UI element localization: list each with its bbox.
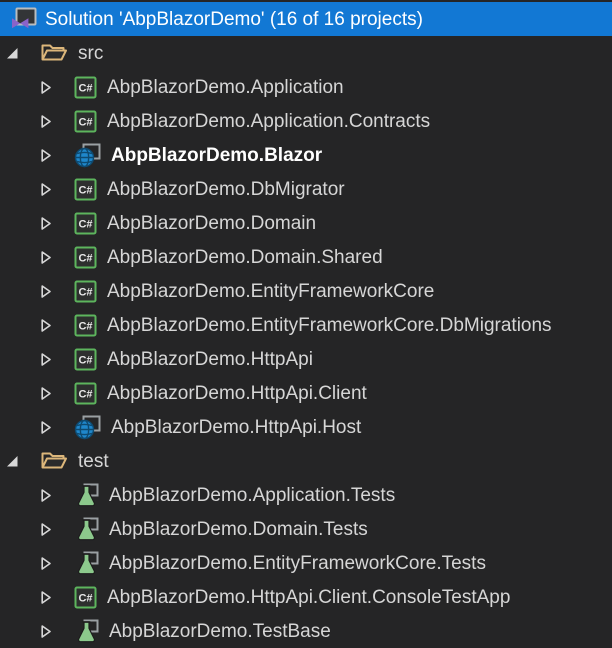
- tree-row[interactable]: AbpBlazorDemo.HttpApi.Host: [0, 410, 612, 444]
- tree-row-label: src: [78, 43, 103, 63]
- tree-row-label: AbpBlazorDemo.Application: [107, 77, 344, 97]
- collapsed-chevron-icon[interactable]: [40, 351, 60, 367]
- svg-text:C#: C#: [78, 184, 92, 196]
- tree-row[interactable]: C# AbpBlazorDemo.Domain: [0, 206, 612, 240]
- csharp-project-icon: C#: [74, 314, 97, 337]
- collapsed-chevron-icon[interactable]: [40, 147, 60, 163]
- collapsed-chevron-icon[interactable]: [40, 521, 60, 537]
- web-project-icon: [74, 143, 101, 168]
- collapsed-chevron-icon[interactable]: [40, 419, 60, 435]
- csharp-project-icon: C#: [74, 280, 97, 303]
- csharp-project-icon: C#: [74, 348, 97, 371]
- collapsed-chevron-icon[interactable]: [40, 215, 60, 231]
- collapsed-chevron-icon[interactable]: [40, 487, 60, 503]
- tree-row[interactable]: AbpBlazorDemo.Domain.Tests: [0, 512, 612, 546]
- tree-row-label: AbpBlazorDemo.Domain.Tests: [109, 519, 368, 539]
- test-project-icon: [74, 483, 99, 507]
- svg-text:C#: C#: [78, 286, 92, 298]
- tree-row-label: AbpBlazorDemo.Domain.Shared: [107, 247, 383, 267]
- csharp-project-icon: C#: [74, 178, 97, 201]
- collapsed-chevron-icon[interactable]: [40, 589, 60, 605]
- tree-row-label: AbpBlazorDemo.Domain: [107, 213, 316, 233]
- tree-row[interactable]: C# AbpBlazorDemo.HttpApi.Client: [0, 376, 612, 410]
- tree-row[interactable]: C# AbpBlazorDemo.Application: [0, 70, 612, 104]
- tree-row[interactable]: C# AbpBlazorDemo.DbMigrator: [0, 172, 612, 206]
- test-project-icon: [74, 619, 99, 643]
- tree-row-label: AbpBlazorDemo.HttpApi.Client: [107, 383, 367, 403]
- tree-row-label: AbpBlazorDemo.DbMigrator: [107, 179, 345, 199]
- collapsed-chevron-icon[interactable]: [40, 181, 60, 197]
- tree-row[interactable]: AbpBlazorDemo.Blazor: [0, 138, 612, 172]
- tree-row-label: AbpBlazorDemo.TestBase: [109, 621, 331, 641]
- collapsed-chevron-icon[interactable]: [40, 249, 60, 265]
- tree-row[interactable]: test: [0, 444, 612, 478]
- csharp-project-icon: C#: [74, 382, 97, 405]
- tree-row[interactable]: AbpBlazorDemo.TestBase: [0, 614, 612, 648]
- svg-text:C#: C#: [78, 82, 92, 94]
- collapsed-chevron-icon[interactable]: [40, 113, 60, 129]
- collapsed-chevron-icon[interactable]: [40, 283, 60, 299]
- csharp-project-icon: C#: [74, 110, 97, 133]
- tree-row-label: AbpBlazorDemo.Blazor: [111, 145, 322, 165]
- svg-text:C#: C#: [78, 354, 92, 366]
- test-project-icon: [74, 517, 99, 541]
- collapsed-chevron-icon[interactable]: [40, 385, 60, 401]
- svg-text:C#: C#: [78, 388, 92, 400]
- tree-row[interactable]: AbpBlazorDemo.EntityFrameworkCore.Tests: [0, 546, 612, 580]
- collapsed-chevron-icon[interactable]: [40, 79, 60, 95]
- tree-row-label: AbpBlazorDemo.Application.Tests: [109, 485, 395, 505]
- tree-row-label: Solution 'AbpBlazorDemo' (16 of 16 proje…: [45, 9, 423, 29]
- csharp-project-icon: C#: [74, 212, 97, 235]
- tree-row-label: AbpBlazorDemo.HttpApi.Host: [111, 417, 361, 437]
- web-project-icon: [74, 415, 101, 440]
- csharp-project-icon: C#: [74, 76, 97, 99]
- collapsed-chevron-icon[interactable]: [40, 317, 60, 333]
- expanded-chevron-icon[interactable]: [6, 45, 26, 61]
- expanded-chevron-icon[interactable]: [6, 453, 26, 469]
- tree-row[interactable]: C# AbpBlazorDemo.Domain.Shared: [0, 240, 612, 274]
- tree-row[interactable]: C# AbpBlazorDemo.Application.Contracts: [0, 104, 612, 138]
- tree-row-label: AbpBlazorDemo.EntityFrameworkCore.Tests: [109, 553, 486, 573]
- tree-row-label: AbpBlazorDemo.EntityFrameworkCore: [107, 281, 434, 301]
- csharp-project-icon: C#: [74, 586, 97, 609]
- svg-text:C#: C#: [78, 218, 92, 230]
- tree-row[interactable]: AbpBlazorDemo.Application.Tests: [0, 478, 612, 512]
- tree-row-label: AbpBlazorDemo.Application.Contracts: [107, 111, 430, 131]
- tree-row[interactable]: Solution 'AbpBlazorDemo' (16 of 16 proje…: [0, 2, 612, 36]
- tree-row[interactable]: src: [0, 36, 612, 70]
- collapsed-chevron-icon[interactable]: [40, 555, 60, 571]
- svg-text:C#: C#: [78, 116, 92, 128]
- tree-row[interactable]: C# AbpBlazorDemo.HttpApi: [0, 342, 612, 376]
- svg-text:C#: C#: [78, 252, 92, 264]
- tree-row-label: AbpBlazorDemo.HttpApi.Client.ConsoleTest…: [107, 587, 510, 607]
- svg-text:C#: C#: [78, 320, 92, 332]
- tree-row[interactable]: C# AbpBlazorDemo.EntityFrameworkCore: [0, 274, 612, 308]
- svg-text:C#: C#: [78, 592, 92, 604]
- collapsed-chevron-icon[interactable]: [40, 623, 60, 639]
- tree-row[interactable]: C# AbpBlazorDemo.EntityFrameworkCore.DbM…: [0, 308, 612, 342]
- tree-row[interactable]: C# AbpBlazorDemo.HttpApi.Client.ConsoleT…: [0, 580, 612, 614]
- tree-row-label: AbpBlazorDemo.HttpApi: [107, 349, 313, 369]
- open-folder-icon: [40, 41, 68, 65]
- tree-row-label: test: [78, 451, 109, 471]
- tree-row-label: AbpBlazorDemo.EntityFrameworkCore.DbMigr…: [107, 315, 552, 335]
- test-project-icon: [74, 551, 99, 575]
- solution-icon: [10, 6, 37, 32]
- csharp-project-icon: C#: [74, 246, 97, 269]
- open-folder-icon: [40, 449, 68, 473]
- solution-explorer-tree: Solution 'AbpBlazorDemo' (16 of 16 proje…: [0, 0, 612, 648]
